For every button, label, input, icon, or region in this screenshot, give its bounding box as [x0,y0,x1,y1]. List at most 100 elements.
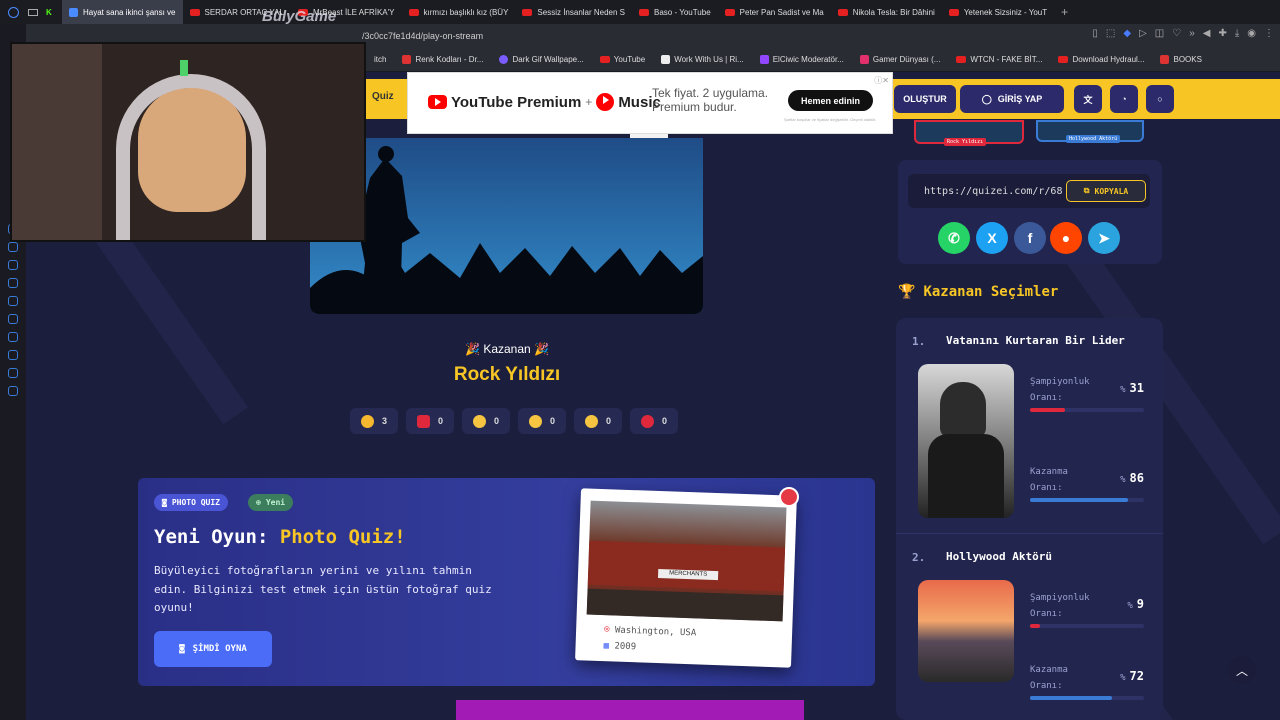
tab-0[interactable]: Hayat sana ikinci şansı ve [62,0,183,24]
youtube-icon [948,8,959,16]
whatsapp-icon[interactable]: ✆ [938,222,970,254]
tab-3[interactable]: kırmızı başlıklı kız (BÜY [402,0,516,24]
login-button[interactable]: ◯ GİRİŞ YAP [960,85,1064,113]
choice-rank: 2. [912,551,926,564]
language-icon[interactable]: 文 [1074,85,1102,113]
tab-title: Yetenek Sizsiniz - YouT [963,7,1048,17]
sidebar-icon[interactable] [8,242,18,252]
reaction-thumbs-up[interactable]: 3 [350,408,398,434]
facebook-icon[interactable]: f [1014,222,1046,254]
sidebar-icon[interactable] [8,314,18,324]
play-now-button[interactable]: ◙ ŞİMDİ OYNA [154,631,272,667]
tab-8[interactable]: Yetenek Sizsiniz - YouT [942,0,1054,24]
bookmark-item[interactable]: ElCiwic Moderatör... [752,55,852,64]
thumbnail-left[interactable]: Rock Yıldızı [914,120,1024,146]
camera-icon[interactable]: ◫ [1155,28,1164,39]
reddit-icon[interactable]: ● [1050,222,1082,254]
win-number: 86 [1129,471,1144,485]
champion-value: % 9 [1127,596,1144,614]
copy-button[interactable]: ⧉ KOPYALA [1066,180,1146,202]
thumbnail-right-label: Hollywood Aktörü [1066,135,1121,143]
nav-quiz-link[interactable]: Quiz [372,91,394,102]
bookmark-item[interactable]: YouTube [592,55,653,64]
reaction-heart[interactable]: 0 [406,408,454,434]
tab-title: kırmızı başlıklı kız (BÜY [423,7,509,17]
play-icon[interactable]: ▷ [1139,28,1147,39]
bookmark-item[interactable]: WTCN - FAKE BİT... [948,55,1050,64]
menu-icon[interactable]: ⋮ [1264,28,1274,39]
choice-entry[interactable]: 2. Hollywood Aktörü Şampiyonluk Oranı: %… [896,534,1163,720]
scroll-to-top-chevron-icon[interactable]: ︿ [1228,656,1256,684]
win-number: 72 [1129,669,1144,683]
url-text[interactable]: /3c0cc7fe1d4d/play-on-stream [362,31,483,41]
bookmark-item[interactable]: BOOKS [1152,55,1209,64]
bookmark-item[interactable]: Download Hydraul... [1050,55,1152,64]
win-value: % 86 [1120,470,1144,488]
reaction-count: 0 [661,416,667,426]
sidebar-icon[interactable] [8,260,18,270]
choice-entry[interactable]: 1. Vatanını Kurtaran Bir Lider Şampiyonl… [896,318,1163,534]
win-value: % 72 [1120,668,1144,686]
youtube-icon [956,56,967,63]
search-icon[interactable]: ○ [1146,85,1174,113]
watermark-logo: BülyGame [262,8,337,25]
ad-fine-print: Şartlar koşullar ve fiyatlar değişebilir… [784,117,877,122]
telegram-icon[interactable]: ➤ [1088,222,1120,254]
bookmark-item[interactable]: Work With Us | Ri... [653,55,752,64]
tab-6[interactable]: Peter Pan Sadist ve Ma [718,0,831,24]
ad-cta-button[interactable]: Hemen edinin [788,90,873,111]
stream-overlay-strip [456,700,804,720]
laugh-icon [472,414,486,428]
copy-icon: ⧉ [1083,186,1090,195]
volume-icon[interactable]: ◀ [1203,28,1211,39]
profile-icon[interactable]: ◉ [1247,28,1256,39]
twitch-icon [759,55,769,64]
browser-logo[interactable] [0,0,26,24]
tab-5[interactable]: Baso - YouTube [632,0,718,24]
tab-7[interactable]: Nikola Tesla: Bir Dâhini [831,0,942,24]
sidebar-icon[interactable] [8,368,18,378]
reaction-wow[interactable]: 0 [518,408,566,434]
screenshot-icon[interactable]: ⬚ [1106,28,1115,39]
shield-icon[interactable]: ◆ [1123,28,1131,39]
bookmark-item[interactable]: itch [366,55,394,64]
share-url[interactable]: https://quizei.com/r/68 [924,186,1062,197]
sidebar-icon[interactable] [8,296,18,306]
tab-title: Sessiz İnsanlar Neden S [537,7,626,17]
x-icon[interactable]: X [976,222,1008,254]
forward-icon[interactable]: » [1189,28,1195,39]
thumbnail-right[interactable]: Hollywood Aktörü [1036,120,1144,143]
sidebar-icon[interactable] [8,332,18,342]
ad-close-icon[interactable]: ⓘ✕ [874,75,889,86]
map-pin-icon: ⌾ [603,625,616,636]
tab-4[interactable]: Sessiz İnsanlar Neden S [515,0,632,24]
choice-title: Vatanını Kurtaran Bir Lider [946,334,1125,347]
kick-icon[interactable]: K [44,0,62,24]
bookmark-item[interactable]: Gamer Dünyası (... [852,55,949,64]
youtube-premium-ad[interactable]: YouTube Premium + Music Tek fiyat. 2 uyg… [407,72,893,134]
sad-icon [584,414,598,428]
music-icon [596,93,615,111]
map-pin-badge-icon [779,487,799,507]
ad-message: Tek fiyat. 2 uygulama. Premium budur. [652,86,768,114]
choice-title: Hollywood Aktörü [946,550,1052,563]
play-now-label: ŞİMDİ OYNA [192,644,247,654]
puzzle-icon[interactable]: ✚ [1218,28,1226,39]
download-icon[interactable]: ⤓ [1235,28,1239,39]
bookmark-item[interactable]: Renk Kodları - Dr... [394,55,491,64]
bookmark-icon[interactable]: ▯ [1092,28,1098,39]
bell-icon[interactable]: ◔ [1110,85,1138,113]
bookmark-item[interactable]: Dark Gif Wallpape... [491,55,591,64]
sidebar-icon[interactable] [8,278,18,288]
reaction-angry[interactable]: 0 [630,408,678,434]
new-tab-button[interactable]: + [1054,0,1075,24]
sidebar-icon[interactable] [8,350,18,360]
heart-icon[interactable]: ♡ [1172,28,1181,39]
pct-sign: % [1120,385,1126,395]
sidebar-icon[interactable] [8,386,18,396]
reaction-laugh[interactable]: 0 [462,408,510,434]
browser-menu-icon[interactable] [26,0,44,24]
reaction-sad[interactable]: 0 [574,408,622,434]
globe-icon: ⊕ [256,498,261,507]
create-button[interactable]: OLUŞTUR [894,85,956,113]
